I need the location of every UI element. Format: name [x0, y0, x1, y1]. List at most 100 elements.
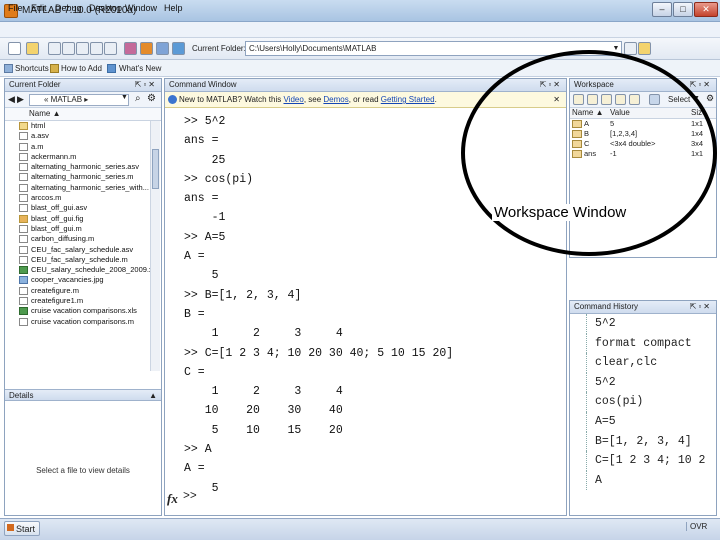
- shortcuts-label[interactable]: Shortcuts: [15, 64, 49, 73]
- menu-help[interactable]: Help: [164, 3, 183, 13]
- size-column-header[interactable]: Size: [691, 108, 707, 117]
- panel-controls-icon[interactable]: ⇱▫✕: [690, 301, 712, 313]
- list-item[interactable]: blast_off_gui.fig: [5, 214, 161, 224]
- current-folder-input[interactable]: C:\Users\Holly\Documents\MATLAB: [245, 41, 622, 56]
- list-item[interactable]: cruise vacation comparisons.xls: [5, 306, 161, 316]
- minimize-button[interactable]: –: [652, 2, 672, 17]
- history-text: clear,clc: [595, 356, 658, 370]
- guide-icon[interactable]: [140, 42, 153, 55]
- history-item[interactable]: 5^2: [570, 372, 716, 393]
- table-row[interactable]: B [1,2,3,4] 1x4: [570, 129, 716, 139]
- panel-controls-icon[interactable]: ⇱▫✕: [690, 79, 712, 91]
- panel-controls-icon[interactable]: ⇱▫✕: [135, 79, 157, 91]
- name-column-header[interactable]: Name ▲: [5, 108, 161, 121]
- list-item[interactable]: cruise vacation comparisons.m: [5, 317, 161, 327]
- browse-folder-icon[interactable]: [624, 42, 637, 55]
- how-to-add-link[interactable]: How to Add: [61, 64, 102, 73]
- file-name: blast_off_gui.m: [31, 223, 82, 233]
- chevron-down-icon[interactable]: ▼: [121, 94, 128, 101]
- plot-icon[interactable]: [649, 94, 660, 105]
- forward-icon[interactable]: ▶: [17, 94, 24, 105]
- history-item[interactable]: clear,clc: [570, 353, 716, 373]
- undo-icon[interactable]: [90, 42, 103, 55]
- new-file-icon[interactable]: [8, 42, 21, 55]
- parent-folder-icon[interactable]: [638, 42, 651, 55]
- panel-controls-icon[interactable]: ⇱▫✕: [540, 79, 562, 91]
- list-item[interactable]: CEU_fac_salary_schedule.m: [5, 255, 161, 265]
- variable-icon: [572, 150, 582, 158]
- search-icon[interactable]: ⌕: [135, 93, 141, 104]
- current-folder-path[interactable]: « MATLAB ▸: [29, 94, 129, 106]
- video-link[interactable]: Video: [283, 95, 303, 104]
- value-column-header[interactable]: Value: [610, 108, 630, 117]
- list-item[interactable]: ackermann.m: [5, 152, 161, 162]
- whats-new-link[interactable]: What's New: [119, 64, 161, 73]
- gear-icon[interactable]: ⚙: [147, 93, 156, 104]
- list-item[interactable]: html: [5, 121, 161, 131]
- maximize-button[interactable]: □: [673, 2, 693, 17]
- list-item[interactable]: carbon_diffusing.m: [5, 234, 161, 244]
- demos-link[interactable]: Demos: [323, 95, 348, 104]
- history-item[interactable]: B=[1, 2, 3, 4]: [570, 431, 716, 452]
- list-item[interactable]: alternating_harmonic_series.m: [5, 172, 161, 182]
- menu-edit[interactable]: Edit: [31, 3, 47, 13]
- name-column-header[interactable]: Name ▲: [572, 108, 603, 117]
- history-item[interactable]: cos(pi): [570, 392, 716, 412]
- menu-debug[interactable]: Debug: [55, 3, 82, 13]
- chevron-down-icon[interactable]: ▼: [611, 42, 621, 55]
- file-list-scrollbar[interactable]: [150, 121, 160, 371]
- open-folder-icon[interactable]: [26, 42, 39, 55]
- command-prompt[interactable]: >>: [183, 490, 197, 503]
- back-icon[interactable]: ◀: [8, 94, 15, 105]
- variable-value: [1,2,3,4]: [610, 129, 638, 138]
- close-icon[interactable]: ✕: [553, 92, 560, 107]
- list-item[interactable]: CEU_fac_salary_schedule.asv: [5, 245, 161, 255]
- cut-icon[interactable]: [48, 42, 61, 55]
- command-window-panel[interactable]: Command Window ⇱▫✕ New to MATLAB? Watch …: [164, 78, 567, 516]
- list-item[interactable]: alternating_harmonic_series_with...: [5, 183, 161, 193]
- import-data-icon[interactable]: [601, 94, 612, 105]
- list-item[interactable]: alternating_harmonic_series.asv: [5, 162, 161, 172]
- history-item[interactable]: 5^2: [570, 314, 716, 334]
- save-workspace-icon[interactable]: [615, 94, 626, 105]
- menu-file[interactable]: File: [8, 3, 23, 13]
- close-button[interactable]: ✕: [694, 2, 718, 17]
- copy-icon[interactable]: [62, 42, 75, 55]
- output-line: 5 10 15 20: [184, 423, 343, 437]
- history-item[interactable]: C=[1 2 3 4; 10 2: [570, 451, 716, 471]
- gear-icon[interactable]: ⚙: [706, 93, 714, 104]
- table-row[interactable]: C <3x4 double> 3x4: [570, 139, 716, 149]
- menu-desktop[interactable]: Desktop: [89, 3, 122, 13]
- open-variable-icon[interactable]: [587, 94, 598, 105]
- details-title-bar[interactable]: Details ▲: [5, 389, 161, 401]
- help-icon[interactable]: [172, 42, 185, 55]
- history-item[interactable]: A=5: [570, 411, 716, 432]
- history-item[interactable]: A: [570, 470, 716, 491]
- profiler-icon[interactable]: [156, 42, 169, 55]
- scrollbar-thumb[interactable]: [152, 149, 159, 189]
- list-item[interactable]: cooper_vacancies.jpg: [5, 275, 161, 285]
- list-item[interactable]: blast_off_gui.asv: [5, 203, 161, 213]
- select-label[interactable]: Select: [668, 95, 690, 104]
- paste-icon[interactable]: [76, 42, 89, 55]
- chevron-down-icon[interactable]: ▼: [693, 95, 700, 102]
- history-item[interactable]: format compact: [570, 333, 716, 354]
- table-row[interactable]: ans -1 1x1: [570, 149, 716, 159]
- list-item[interactable]: createfigure1.m: [5, 296, 161, 306]
- table-row[interactable]: A 5 1x1: [570, 119, 716, 129]
- fx-icon[interactable]: fx: [167, 491, 178, 507]
- list-item[interactable]: CEU_salary_schedule_2008_2009.xls: [5, 265, 161, 275]
- print-icon[interactable]: [629, 94, 640, 105]
- new-variable-icon[interactable]: [573, 94, 584, 105]
- list-item[interactable]: a.m: [5, 142, 161, 152]
- list-item[interactable]: a.asv: [5, 131, 161, 141]
- simulink-icon[interactable]: [124, 42, 137, 55]
- file-name: a.asv: [31, 131, 49, 141]
- menu-window[interactable]: Window: [125, 3, 157, 13]
- redo-icon[interactable]: [104, 42, 117, 55]
- list-item[interactable]: blast_off_gui.m: [5, 224, 161, 234]
- getting-started-link[interactable]: Getting Started: [381, 95, 435, 104]
- chevron-up-icon[interactable]: ▲: [149, 390, 157, 401]
- list-item[interactable]: arccos.m: [5, 193, 161, 203]
- list-item[interactable]: createfigure.m: [5, 286, 161, 296]
